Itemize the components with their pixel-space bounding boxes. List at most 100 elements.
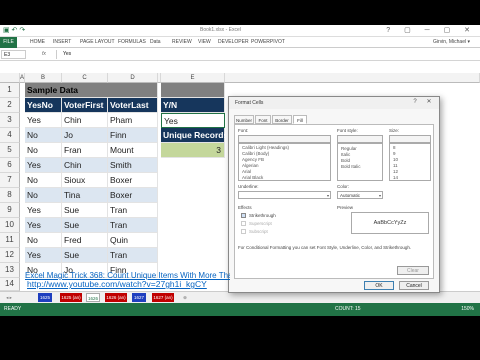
quick-access-toolbar[interactable]: ▣ ↶ ↷ [3, 26, 25, 34]
row-header[interactable]: 6 [0, 158, 20, 173]
list-item[interactable]: Arial Black [239, 175, 330, 181]
table-cell[interactable]: Tina [62, 188, 108, 203]
table-cell[interactable]: Yes [25, 113, 62, 128]
tab-data[interactable]: Data [150, 39, 161, 47]
table-cell[interactable]: Sue [62, 248, 108, 263]
table-cell[interactable]: Pham [108, 113, 158, 128]
tab-number[interactable]: Number [234, 115, 254, 124]
size-list[interactable]: 8 9 10 11 12 14 [389, 143, 431, 181]
font-style-input[interactable] [337, 135, 383, 143]
font-style-list[interactable]: Regular Italic Bold Bold Italic [337, 143, 383, 181]
sheet-tab[interactable]: 1626 (an) [105, 293, 127, 302]
tab-fill[interactable]: Fill [293, 115, 307, 124]
name-box[interactable]: E3 [1, 50, 26, 59]
close-button[interactable]: ✕ [425, 99, 433, 106]
row-header[interactable]: 13 [0, 263, 20, 278]
table-cell[interactable]: No [25, 173, 62, 188]
tab-border[interactable]: Border [272, 115, 292, 124]
table-cell[interactable]: No [25, 233, 62, 248]
user-account[interactable]: Girvin, Michael ▾ [433, 39, 470, 45]
cancel-button[interactable]: Cancel [399, 281, 429, 290]
list-item[interactable]: Bold Italic [338, 164, 382, 170]
table-cell[interactable]: Chin [62, 113, 108, 128]
header-yesno[interactable]: YesNo [25, 98, 62, 113]
column-header-b[interactable]: B [25, 73, 62, 83]
ok-button[interactable]: OK [364, 281, 394, 290]
table-cell[interactable]: Chin [62, 158, 108, 173]
row-header[interactable]: 8 [0, 188, 20, 203]
unique-records-value[interactable]: 3 [161, 143, 225, 158]
table-cell[interactable]: No [25, 128, 62, 143]
row-header[interactable]: 12 [0, 248, 20, 263]
tab-font[interactable]: Font [255, 115, 271, 124]
table-cell[interactable]: Yes [25, 203, 62, 218]
sheet-tab[interactable]: 1627 (an) [152, 293, 174, 302]
color-dropdown[interactable]: Automatic ▾ [337, 191, 383, 199]
sheet-nav-arrows[interactable]: ◂ ▸ [2, 293, 16, 302]
table-cell[interactable]: Yes [25, 248, 62, 263]
tab-powerpivot[interactable]: POWERPIVOT [251, 39, 285, 47]
table-cell[interactable]: Jo [62, 128, 108, 143]
column-header-f[interactable] [225, 73, 480, 83]
table-cell[interactable]: Yes [25, 218, 62, 233]
column-header-c[interactable]: C [62, 73, 108, 83]
help-button[interactable]: ? [411, 99, 419, 106]
yn-label[interactable]: Y/N [161, 98, 225, 113]
list-item[interactable]: 14 [390, 175, 430, 181]
table-cell[interactable]: Tran [108, 218, 158, 233]
table-cell[interactable]: Finn [108, 128, 158, 143]
row-header[interactable]: 5 [0, 143, 20, 158]
size-input[interactable] [389, 135, 431, 143]
tab-home[interactable]: HOME [30, 39, 45, 47]
row-header[interactable]: 10 [0, 218, 20, 233]
sheet-tab-active[interactable]: 1626 [86, 293, 100, 302]
zoom-level[interactable]: 150% [461, 303, 474, 316]
table-cell[interactable]: Sue [62, 203, 108, 218]
row-header[interactable]: 7 [0, 173, 20, 188]
table-cell[interactable]: Sioux [62, 173, 108, 188]
unique-records-label[interactable]: Unique Records [161, 128, 228, 143]
table-cell[interactable]: Fran [62, 143, 108, 158]
row-header[interactable]: 4 [0, 128, 20, 143]
row-header[interactable]: 3 [0, 113, 20, 128]
strikethrough-checkbox[interactable] [241, 213, 246, 218]
column-header-d[interactable]: D [108, 73, 158, 83]
row-header[interactable]: 9 [0, 203, 20, 218]
superscript-checkbox[interactable] [241, 221, 246, 226]
yn-value-cell[interactable]: Yes [161, 113, 225, 128]
table-cell[interactable]: Fred [62, 233, 108, 248]
tab-review[interactable]: REVIEW [172, 39, 192, 47]
table-cell[interactable]: Boxer [108, 188, 158, 203]
sheet-tab[interactable]: 1625 (an) [60, 293, 82, 302]
select-all-corner[interactable] [0, 73, 20, 83]
sheet-tab[interactable]: 1625 [38, 293, 52, 302]
table-cell[interactable]: Tran [108, 248, 158, 263]
table-cell[interactable]: Sue [62, 218, 108, 233]
sample-data-title[interactable]: Sample Data [25, 83, 158, 98]
new-sheet-button[interactable]: ⊕ [180, 293, 190, 302]
table-cell[interactable]: Smith [108, 158, 158, 173]
underline-dropdown[interactable]: ▾ [238, 191, 331, 199]
window-controls[interactable]: ? ▢ ─ ▢ ✕ [386, 26, 476, 34]
header-voterlast[interactable]: VoterLast [108, 98, 158, 113]
table-cell[interactable]: Boxer [108, 173, 158, 188]
table-cell[interactable]: Yes [25, 158, 62, 173]
cell-e1[interactable] [161, 83, 225, 98]
fx-icon[interactable]: fx [42, 51, 46, 57]
sheet-tab[interactable]: 1627 [132, 293, 146, 302]
formula-input[interactable]: Yes [56, 50, 476, 59]
row-header[interactable]: 14 [0, 278, 20, 291]
tab-developer[interactable]: DEVELOPER [218, 39, 249, 47]
header-voterfirst[interactable]: VoterFirst [62, 98, 108, 113]
font-input[interactable] [238, 135, 331, 143]
table-cell[interactable]: Tran [108, 203, 158, 218]
font-list[interactable]: Calibri Light (Headings) Calibri (Body) … [238, 143, 331, 181]
row-header[interactable]: 2 [0, 98, 20, 113]
clear-button[interactable]: Clear [397, 266, 429, 275]
row-header[interactable]: 1 [0, 83, 20, 98]
tab-view[interactable]: VIEW [198, 39, 211, 47]
tab-file[interactable]: FILE [0, 37, 17, 48]
magic-trick-link[interactable]: Excel Magic Trick 368: Count Unique Item… [25, 271, 230, 281]
table-cell[interactable]: No [25, 188, 62, 203]
column-header-e[interactable]: E [161, 73, 225, 83]
